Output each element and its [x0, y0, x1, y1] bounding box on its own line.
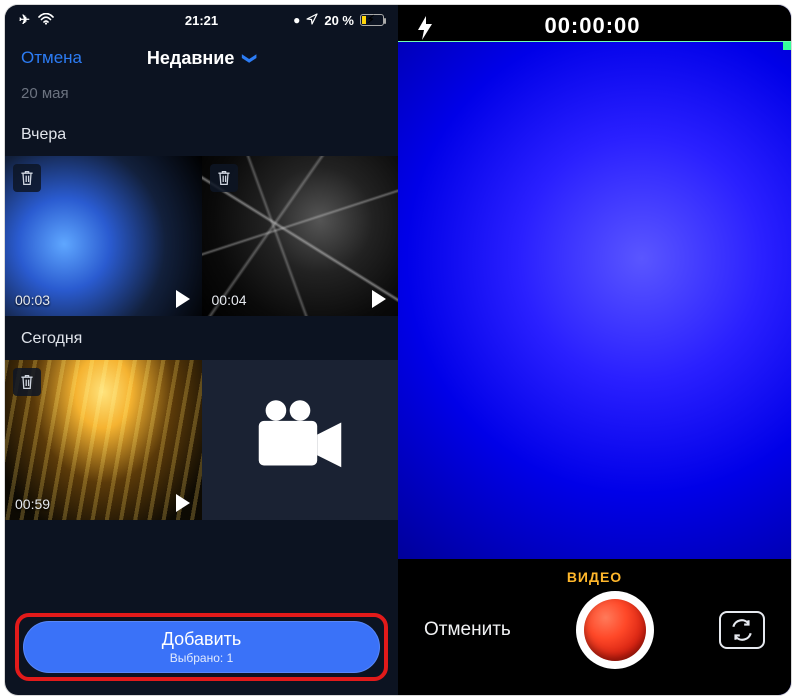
bottom-bar: Добавить Выбрано: 1: [5, 603, 398, 695]
video-thumbnail[interactable]: 00:59: [5, 360, 202, 520]
duration-label: 00:03: [15, 292, 50, 308]
camera-icon: [245, 383, 355, 498]
media-picker-screen: ✈︎ 21:21 ● 20 % ⚡︎ Отмена Недавние ❯: [5, 5, 398, 695]
video-thumbnail[interactable]: 00:03: [5, 156, 202, 316]
wifi-icon: [38, 13, 54, 28]
duration-label: 00:04: [212, 292, 247, 308]
thumb-row: 00:03 00:04: [5, 156, 398, 316]
trash-icon: [19, 373, 35, 391]
airplane-icon: ✈︎: [19, 12, 30, 28]
flash-icon: [416, 15, 434, 41]
status-bar: ✈︎ 21:21 ● 20 % ⚡︎: [5, 5, 398, 35]
camera-bottombar: ВИДЕО Отменить: [398, 559, 791, 695]
add-button-label: Добавить: [162, 629, 242, 650]
tutorial-highlight: Добавить Выбрано: 1: [15, 613, 388, 681]
play-icon: [372, 290, 386, 308]
switch-camera-icon: [729, 617, 755, 643]
delete-button[interactable]: [13, 368, 41, 396]
trash-icon: [216, 169, 232, 187]
shutter-button[interactable]: [576, 591, 654, 669]
section-label-yesterday: Вчера: [5, 112, 398, 156]
record-icon: [584, 599, 646, 661]
capture-mode-label[interactable]: ВИДЕО: [398, 559, 791, 585]
cancel-button[interactable]: Отмена: [21, 48, 82, 68]
battery-percent: 20 %: [324, 13, 354, 28]
viewfinder[interactable]: [398, 41, 791, 583]
recording-timer: 00:00:00: [544, 13, 640, 39]
camera-screen: 00:00:00 ВИДЕО Отменить: [398, 5, 791, 695]
switch-camera-button[interactable]: [719, 611, 765, 649]
delete-button[interactable]: [210, 164, 238, 192]
status-time: 21:21: [185, 13, 218, 28]
delete-button[interactable]: [13, 164, 41, 192]
thumb-row: 00:59: [5, 360, 398, 520]
trash-icon: [19, 169, 35, 187]
picker-navbar: Отмена Недавние ❯: [5, 35, 398, 81]
camera-cancel-button[interactable]: Отменить: [424, 619, 511, 641]
section-label-previous: 20 мая: [5, 81, 398, 112]
chevron-down-icon: ❯: [242, 52, 259, 64]
section-label-today: Сегодня: [5, 316, 398, 360]
duration-label: 00:59: [15, 496, 50, 512]
play-icon: [176, 290, 190, 308]
add-button-subtitle: Выбрано: 1: [170, 651, 234, 665]
do-not-disturb-icon: ●: [293, 13, 300, 27]
battery-icon: ⚡︎: [360, 14, 384, 26]
video-thumbnail[interactable]: 00:04: [202, 156, 399, 316]
add-button[interactable]: Добавить Выбрано: 1: [23, 621, 380, 673]
album-selector[interactable]: Недавние ❯: [147, 48, 256, 69]
record-new-video[interactable]: [202, 360, 399, 520]
album-title: Недавние: [147, 48, 234, 69]
play-icon: [176, 494, 190, 512]
location-icon: [306, 13, 318, 28]
